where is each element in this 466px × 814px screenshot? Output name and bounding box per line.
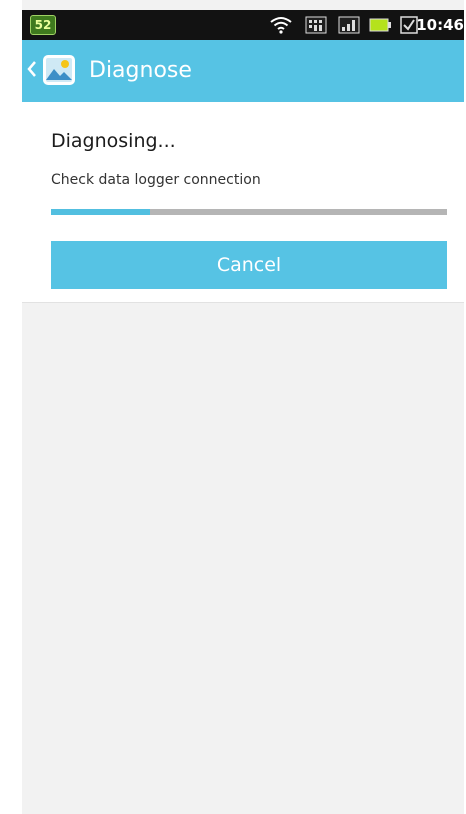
phone-screen: 52 10:46 Diagnose Diagnosing... Check da… <box>22 0 464 814</box>
mobile-signal-icon <box>338 16 360 34</box>
signal-strength-icon <box>305 16 327 34</box>
page-title: Diagnose <box>89 58 192 83</box>
back-chevron-icon[interactable] <box>27 61 37 77</box>
progress-fill <box>51 209 150 215</box>
diagnose-progress-bar <box>51 209 447 215</box>
wifi-icon <box>270 17 292 34</box>
diagnose-panel: Diagnosing... Check data logger connecti… <box>22 102 464 303</box>
action-bar: Diagnose <box>22 40 464 102</box>
diagnose-status-text: Check data logger connection <box>51 172 261 188</box>
left-margin <box>0 0 22 814</box>
empty-content-area <box>22 303 464 814</box>
landscape-image-icon[interactable] <box>42 54 76 86</box>
cancel-button[interactable]: Cancel <box>51 241 447 289</box>
notification-badge[interactable]: 52 <box>30 15 56 35</box>
status-time: 10:46 <box>416 16 464 34</box>
diagnosing-heading: Diagnosing... <box>51 130 176 152</box>
status-bar: 52 10:46 <box>22 10 464 40</box>
battery-icon <box>369 18 391 32</box>
